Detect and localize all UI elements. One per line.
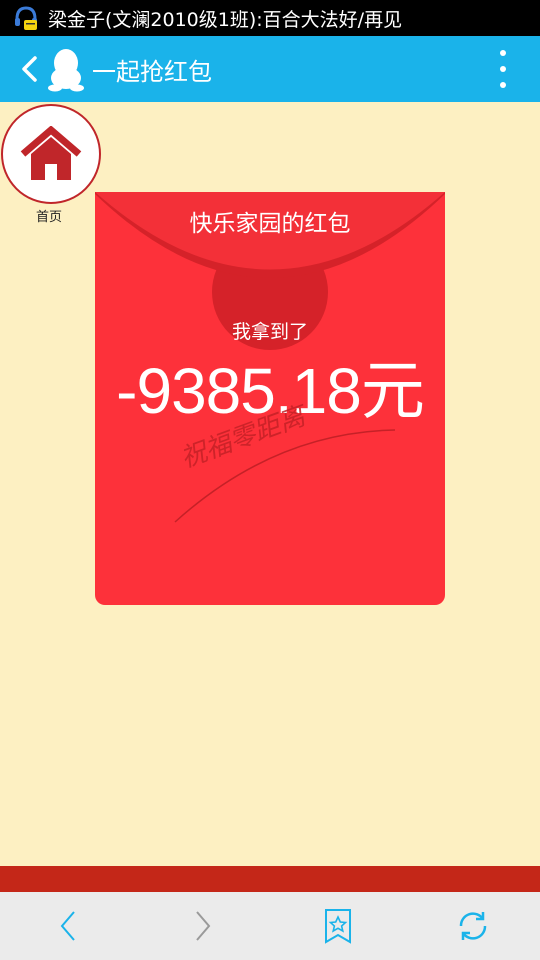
nav-forward-button[interactable] — [173, 896, 233, 956]
notification-text: 梁金子(文澜2010级1班):百合大法好/再见 — [48, 8, 403, 31]
refresh-icon — [459, 912, 486, 940]
back-button[interactable] — [12, 36, 46, 102]
back-arrow-icon — [60, 911, 75, 941]
forward-arrow-icon — [195, 911, 210, 941]
app-bar: 一起抢红包 — [0, 36, 540, 102]
chevron-left-icon — [22, 56, 37, 82]
qq-headset-icon — [15, 6, 37, 30]
bookmark-star-icon — [324, 909, 351, 944]
nav-back-button[interactable] — [38, 896, 98, 956]
red-envelope[interactable]: 快乐家园的红包 我拿到了 -9385.18元 祝福零距离 — [95, 192, 445, 605]
home-button[interactable] — [1, 104, 101, 204]
home-label: 首页 — [35, 210, 62, 225]
home-icon — [20, 126, 82, 180]
bottom-strip — [0, 866, 540, 892]
more-vertical-icon[interactable] — [496, 50, 510, 88]
bottom-nav — [0, 892, 540, 960]
qq-penguin-icon — [48, 49, 84, 92]
nav-refresh-button[interactable] — [443, 896, 503, 956]
app-title: 一起抢红包 — [92, 57, 212, 86]
nav-bookmark-button[interactable] — [308, 896, 368, 956]
status-bar: 梁金子(文澜2010级1班):百合大法好/再见 — [0, 0, 540, 36]
envelope-title: 快乐家园的红包 — [189, 211, 351, 237]
